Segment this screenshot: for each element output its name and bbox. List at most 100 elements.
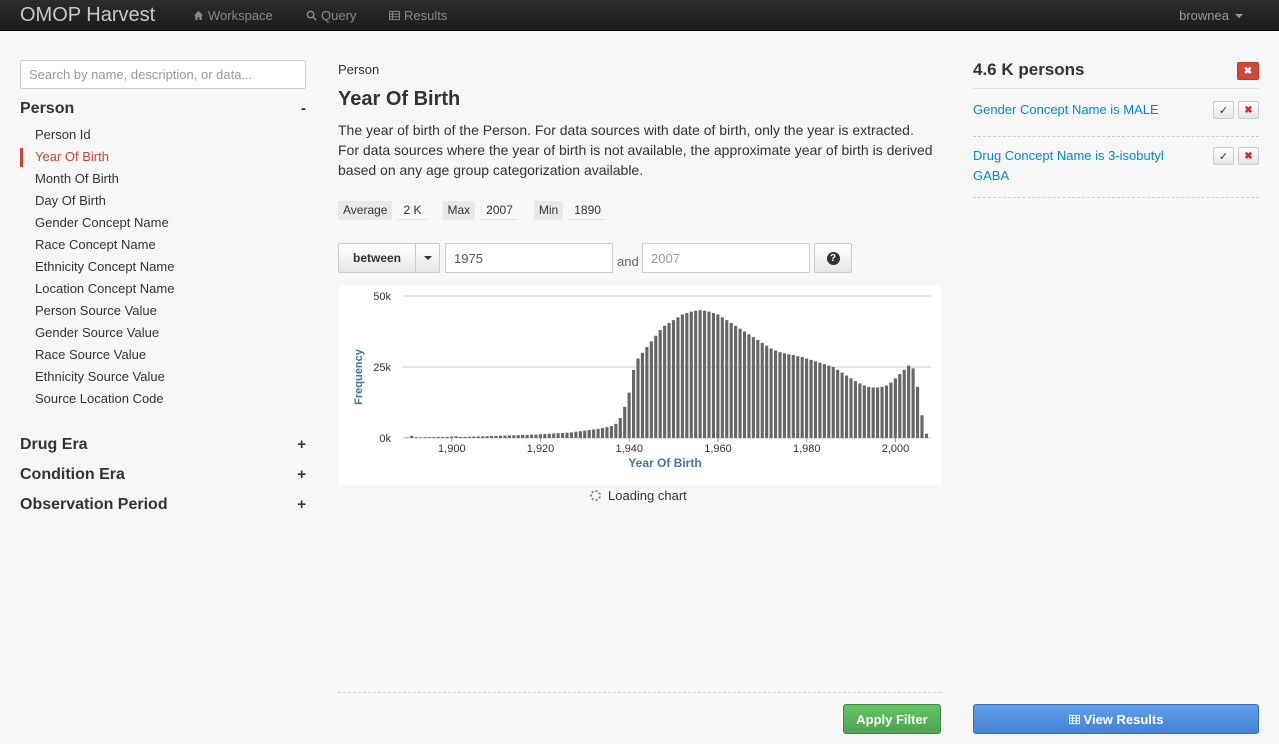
histogram-bar [436, 437, 440, 438]
search-input[interactable] [20, 60, 306, 89]
loading-text: Loading chart [608, 488, 687, 503]
histogram-bar [498, 435, 503, 438]
histogram-bar [742, 331, 747, 438]
field-year-of-birth[interactable]: Year Of Birth [20, 146, 306, 168]
operator-dropdown-toggle[interactable] [415, 244, 439, 272]
histogram-bar [521, 435, 525, 438]
range-high-input[interactable] [642, 243, 810, 273]
field-race-source-value[interactable]: Race Source Value [20, 344, 306, 366]
histogram-bar [676, 317, 680, 438]
histogram-bar [419, 437, 423, 438]
category-observation-period[interactable]: Observation Period + [20, 496, 306, 514]
context-item-text[interactable]: Gender Concept Name is MALE [973, 100, 1193, 120]
home-icon [193, 10, 204, 21]
histogram-bar [538, 434, 542, 438]
expand-toggle[interactable]: + [297, 466, 306, 483]
histogram-bar [476, 436, 480, 438]
histogram-bar [490, 436, 494, 438]
histogram-bar [809, 359, 813, 438]
y-tick-label: 50k [373, 291, 391, 303]
brand-title[interactable]: OMOP Harvest [20, 4, 155, 27]
field-gender-concept-name[interactable]: Gender Concept Name [20, 212, 306, 234]
histogram-bar [516, 435, 520, 438]
histogram-bar [543, 434, 547, 438]
histogram-bar [702, 310, 707, 438]
histogram-bar [915, 386, 920, 438]
collapse-toggle[interactable]: - [301, 100, 306, 117]
search-icon [306, 10, 317, 21]
nav-results[interactable]: Results [389, 8, 447, 23]
operator-label: between [352, 251, 401, 265]
histogram-bar [889, 382, 893, 438]
histogram-bar [565, 432, 569, 438]
stat-average-label: Average [338, 201, 393, 220]
apply-filter-button[interactable]: Apply Filter [843, 704, 941, 734]
field-list: Person Id Year Of Birth Month Of Birth D… [20, 124, 306, 410]
histogram-bar [410, 435, 414, 438]
field-location-concept-name[interactable]: Location Concept Name [20, 278, 306, 300]
field-gender-source-value[interactable]: Gender Source Value [20, 322, 306, 344]
histogram-bar [893, 378, 897, 438]
category-person[interactable]: Person - [20, 100, 306, 118]
view-results-button[interactable]: View Results [973, 704, 1259, 734]
field-day-of-birth[interactable]: Day Of Birth [20, 190, 306, 212]
histogram-bar [920, 415, 924, 438]
field-description: The year of birth of the Person. For dat… [338, 122, 933, 178]
histogram-bar [898, 374, 902, 438]
histogram-bar [858, 383, 862, 438]
context-item-text[interactable]: Drug Concept Name is 3-isobutyl GABA [973, 146, 1173, 186]
enable-toggle-button[interactable]: ✓ [1213, 101, 1234, 119]
user-menu[interactable]: brownea [1179, 8, 1243, 23]
field-ethnicity-source-value[interactable]: Ethnicity Source Value [20, 366, 306, 388]
help-button[interactable]: ? [814, 243, 852, 273]
x-tick-label: 1,900 [438, 443, 466, 455]
field-source-location-code[interactable]: Source Location Code [20, 388, 306, 410]
histogram-bar [738, 328, 742, 438]
histogram-bar [716, 314, 720, 438]
remove-button[interactable]: ✖ [1238, 101, 1259, 119]
histogram-bar [827, 365, 831, 438]
range-low-input[interactable] [445, 243, 613, 273]
stat-average-value: 2 K [398, 201, 427, 220]
histogram-bar [751, 337, 755, 438]
histogram-bar [654, 335, 658, 438]
expand-toggle[interactable]: + [297, 436, 306, 453]
histogram-bar [587, 430, 591, 438]
histogram-bar [911, 368, 915, 438]
field-race-concept-name[interactable]: Race Concept Name [20, 234, 306, 256]
histogram-bar [862, 385, 866, 438]
operator-select[interactable]: between [338, 243, 440, 273]
histogram-bar [627, 392, 631, 438]
field-person-id[interactable]: Person Id [20, 124, 306, 146]
enable-toggle-button[interactable]: ✓ [1213, 147, 1234, 165]
field-person-source-value[interactable]: Person Source Value [20, 300, 306, 322]
histogram-bar [445, 436, 449, 438]
table-icon [1068, 714, 1080, 724]
nav-workspace[interactable]: Workspace [193, 8, 273, 23]
clear-all-button[interactable]: ✖ [1237, 62, 1259, 80]
category-condition-era-label: Condition Era [20, 466, 125, 483]
stat-min-label: Min [533, 201, 564, 220]
nav-query[interactable]: Query [306, 8, 356, 23]
x-tick-label: 1,980 [793, 443, 821, 455]
breadcrumb[interactable]: Person [338, 62, 379, 77]
histogram-bar [787, 354, 791, 438]
category-condition-era[interactable]: Condition Era + [20, 466, 306, 484]
histogram-bar [685, 313, 689, 438]
histogram-bar [796, 356, 800, 438]
stat-max-value: 2007 [481, 201, 518, 220]
histogram-bar [880, 386, 884, 438]
histogram-bar [405, 437, 409, 438]
histogram-bar [427, 437, 432, 438]
expand-toggle[interactable]: + [297, 496, 306, 513]
field-ethnicity-concept-name[interactable]: Ethnicity Concept Name [20, 256, 306, 278]
category-drug-era[interactable]: Drug Era + [20, 436, 306, 454]
histogram-bar [663, 325, 667, 438]
histogram-bar [441, 436, 445, 438]
histogram-bar [561, 432, 565, 438]
category-drug-era-label: Drug Era [20, 436, 88, 453]
remove-button[interactable]: ✖ [1238, 147, 1259, 165]
histogram-bar [711, 313, 716, 438]
histogram-bar [729, 322, 733, 438]
field-month-of-birth[interactable]: Month Of Birth [20, 168, 306, 190]
